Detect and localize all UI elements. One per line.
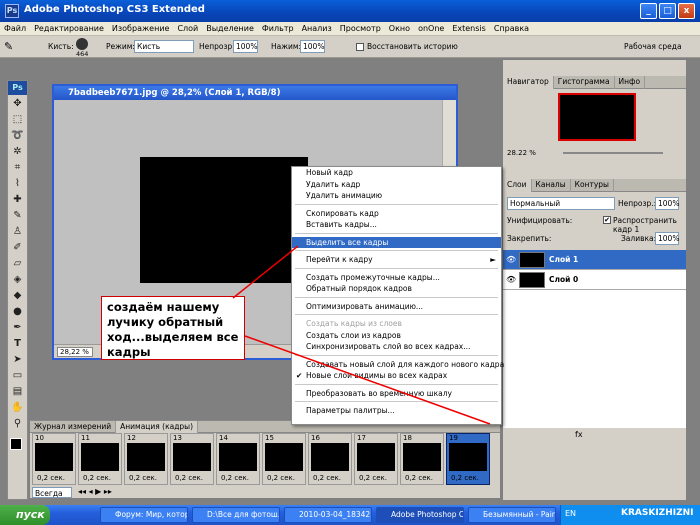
system-tray: EN KRASKIZHIZNI (560, 505, 700, 525)
language-indicator[interactable]: EN (565, 509, 576, 518)
taskbar-button[interactable]: 2010-03-04_18342... (284, 507, 372, 523)
taskbar: пуск Форум: Мир, котор...D:\Все для фото… (0, 505, 700, 525)
annotation-arrows (232, 245, 491, 425)
taskbar-button[interactable]: D:\Все для фотош... (192, 507, 280, 523)
start-button[interactable]: пуск (0, 505, 50, 525)
watermark: KRASKIZHIZNI (621, 508, 694, 518)
taskbar-button[interactable]: Безымянный - Paint (468, 507, 556, 523)
arrow-to-panel-menu (244, 335, 491, 425)
taskbar-button[interactable]: Adobe Photoshop C... (376, 507, 464, 523)
arrow-to-select-all (232, 245, 299, 299)
taskbar-button[interactable]: Форум: Мир, котор... (100, 507, 188, 523)
